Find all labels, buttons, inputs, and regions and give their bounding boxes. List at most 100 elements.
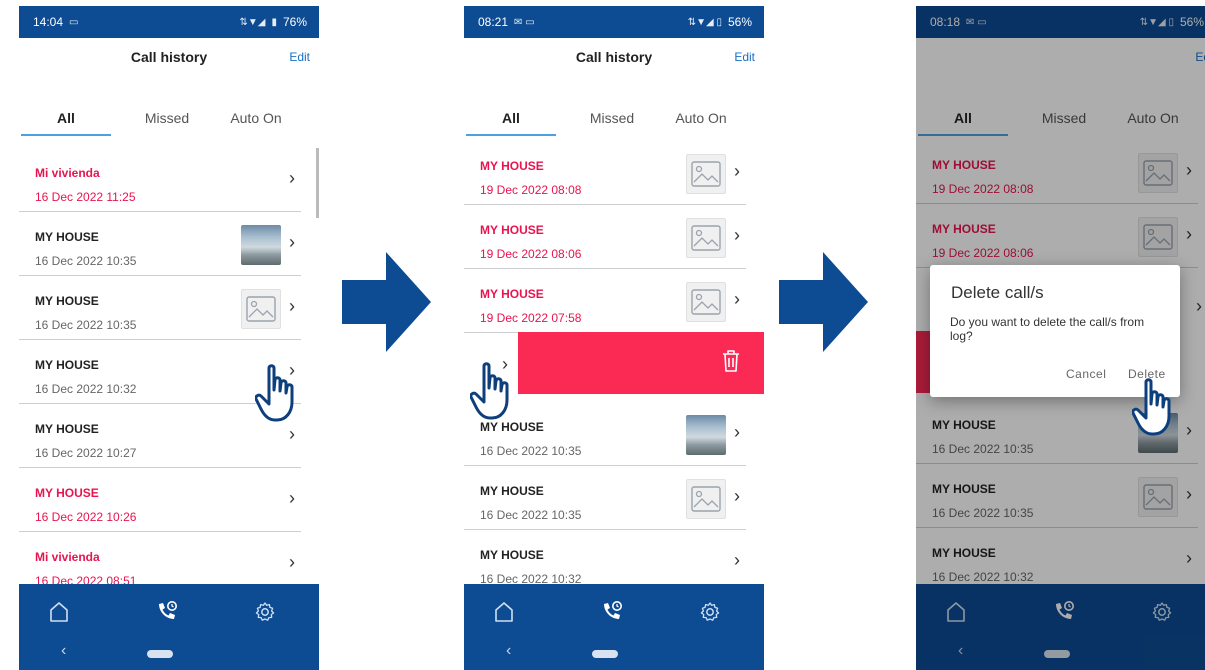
call-name: MY HOUSE [480,223,544,237]
call-row[interactable]: MY HOUSE 19 Dec 2022 08:06 › [464,205,746,269]
phone-screen-1: 14:04 ▭ ⇅▼◢ ▮ 76% Call history Edit All Mis… [19,6,319,670]
chevron-right-icon[interactable]: › [734,290,746,308]
chevron-right-icon[interactable]: › [289,553,301,571]
call-date: 16 Dec 2022 10:26 [35,510,137,524]
battery-level: 56% [727,15,752,29]
trash-icon[interactable] [720,348,742,379]
call-name: MY HOUSE [35,294,99,308]
image-placeholder-icon[interactable] [686,282,726,322]
call-name: MY HOUSE [480,159,544,173]
page-title: Call history [575,49,653,65]
call-date: 19 Dec 2022 08:08 [480,183,582,197]
chevron-right-icon[interactable]: › [734,423,746,441]
notification-icon: ▭ [69,16,79,28]
call-date: 16 Dec 2022 10:35 [35,318,137,332]
arrow-right-icon [779,252,869,357]
call-name: MY HOUSE [480,548,544,562]
call-row[interactable]: MY HOUSE 19 Dec 2022 07:58 › [464,269,746,333]
call-date: 16 Dec 2022 10:35 [480,508,582,522]
call-name: MY HOUSE [480,484,544,498]
system-navigation-bar: ‹ [19,642,319,666]
call-date: 16 Dec 2022 10:32 [35,382,137,396]
chevron-right-icon[interactable]: › [734,162,746,180]
call-name: Mi vivienda [35,550,100,564]
dialog-message: Do you want to delete the call/s from lo… [950,315,1145,343]
back-icon[interactable]: ‹ [506,642,511,660]
chevron-right-icon[interactable]: › [289,297,301,315]
chevron-right-icon[interactable]: › [289,233,301,251]
image-placeholder-icon[interactable] [686,154,726,194]
chevron-right-icon[interactable]: › [289,489,301,507]
status-time: 14:04 [33,15,64,29]
status-bar: 14:04 ▭ ⇅▼◢ ▮ 76% [19,6,319,38]
system-navigation-bar: ‹ [464,642,764,666]
arrow-right-icon [342,252,432,357]
edit-button[interactable]: Edit [734,50,755,64]
pointer-hand-icon [469,362,520,422]
call-row[interactable]: MY HOUSE 19 Dec 2022 08:08 › [464,141,746,205]
signal-icon: ⇅▼◢ [239,16,266,28]
tab-auto-on[interactable]: Auto On [211,102,301,138]
chevron-right-icon[interactable]: › [734,551,746,569]
settings-gear-icon[interactable] [251,598,279,626]
mail-icon: ✉ ▭ [514,16,535,28]
app-header: Call history Edit [464,38,764,88]
call-row[interactable]: MY HOUSE 16 Dec 2022 10:35 › [464,466,746,530]
home-icon[interactable] [45,598,73,626]
delete-swipe-action[interactable] [518,332,764,394]
call-row[interactable]: MY HOUSE 16 Dec 2022 10:26 › [19,468,301,532]
call-date: 16 Dec 2022 10:27 [35,446,137,460]
signal-icon: ⇅▼◢ ▯ [687,16,722,28]
call-name: MY HOUSE [35,230,99,244]
tab-bar: All Missed Auto On [19,102,319,138]
edit-button[interactable]: Edit [289,50,310,64]
home-pill-icon[interactable] [147,650,173,658]
dialog-title: Delete call/s [951,283,1044,302]
call-row[interactable]: MY HOUSE 16 Dec 2022 10:35 › [19,212,301,276]
battery-icon: ▮ [271,16,277,28]
call-name: MY HOUSE [35,486,99,500]
settings-gear-icon[interactable] [696,598,724,626]
call-date: 16 Dec 2022 11:25 [35,190,136,204]
cancel-button[interactable]: Cancel [1066,367,1106,381]
scrollbar[interactable] [316,148,319,218]
call-history-icon[interactable] [153,598,181,626]
tab-missed[interactable]: Missed [122,102,212,138]
app-header: Call history Edit [19,38,319,88]
tab-auto-on[interactable]: Auto On [656,102,746,138]
call-date: 16 Dec 2022 10:35 [35,254,137,268]
chevron-right-icon[interactable]: › [289,169,301,187]
call-row[interactable]: Mi vivienda 16 Dec 2022 11:25 › [19,148,301,212]
call-snapshot-photo[interactable] [686,415,726,455]
call-snapshot-photo[interactable] [241,225,281,265]
chevron-right-icon[interactable]: › [734,226,746,244]
tab-missed[interactable]: Missed [567,102,657,138]
bottom-navigation: ‹ [19,584,319,670]
call-history-icon[interactable] [598,598,626,626]
pointer-hand-icon [1131,378,1182,438]
tab-all[interactable]: All [21,102,111,138]
call-name: Mi vivienda [35,166,100,180]
chevron-right-icon[interactable]: › [289,425,301,443]
call-name: MY HOUSE [35,358,99,372]
image-placeholder-icon[interactable] [686,479,726,519]
status-bar: 08:21 ✉ ▭ ⇅▼◢ ▯ 56% [464,6,764,38]
call-row[interactable]: MY HOUSE 16 Dec 2022 10:35 › [19,276,301,340]
page-title: Call history [130,49,208,65]
home-pill-icon[interactable] [592,650,618,658]
battery-level: 76% [282,15,307,29]
tab-bar: All Missed Auto On [464,102,764,138]
image-placeholder-icon[interactable] [241,289,281,329]
phone-screen-3: 08:18✉ ▭ ⇅▼◢ ▯56% Edit All Missed Auto O… [916,6,1205,670]
call-date: 19 Dec 2022 08:06 [480,247,582,261]
call-name: MY HOUSE [480,420,544,434]
pointer-hand-icon [254,364,305,424]
call-name: MY HOUSE [480,287,544,301]
image-placeholder-icon[interactable] [686,218,726,258]
tab-all[interactable]: All [466,102,556,138]
back-icon[interactable]: ‹ [61,642,66,660]
home-icon[interactable] [490,598,518,626]
call-date: 16 Dec 2022 10:35 [480,444,582,458]
status-time: 08:21 [478,15,509,29]
chevron-right-icon[interactable]: › [734,487,746,505]
